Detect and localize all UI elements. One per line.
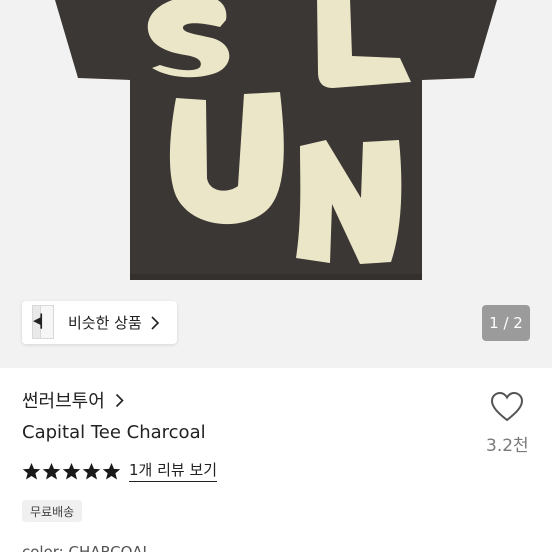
star-icon — [22, 462, 41, 479]
star-icon — [62, 462, 81, 479]
chevron-right-icon — [115, 393, 124, 407]
star-icon — [102, 462, 121, 479]
heart-icon[interactable] — [490, 391, 524, 423]
store-link[interactable]: 썬러브투어 — [22, 387, 124, 413]
similar-products-thumbnails: ◂| — [28, 301, 62, 344]
star-icon — [42, 462, 61, 479]
star-icon — [82, 462, 101, 479]
store-name: 썬러브투어 — [22, 391, 105, 412]
rating-row: 1개 리뷰 보기 — [22, 460, 218, 482]
thumbnail-glyph: ◂| — [33, 311, 44, 329]
star-rating — [22, 462, 122, 481]
similar-products-label: 비슷한 상품 — [68, 314, 142, 332]
product-image-carousel[interactable]: ◂| 비슷한 상품 1 / 2 — [0, 0, 552, 368]
color-option: color: CHARCOAL — [22, 543, 151, 552]
product-title: Capital Tee Charcoal — [22, 422, 206, 443]
similar-products-button[interactable]: ◂| 비슷한 상품 — [22, 301, 177, 344]
review-link[interactable]: 1개 리뷰 보기 — [129, 460, 218, 482]
similar-thumbnail — [40, 305, 54, 339]
like-count: 3.2천 — [486, 436, 529, 456]
chevron-right-icon — [151, 315, 159, 330]
free-shipping-badge: 무료배송 — [22, 500, 83, 522]
image-pager: 1 / 2 — [482, 305, 530, 341]
